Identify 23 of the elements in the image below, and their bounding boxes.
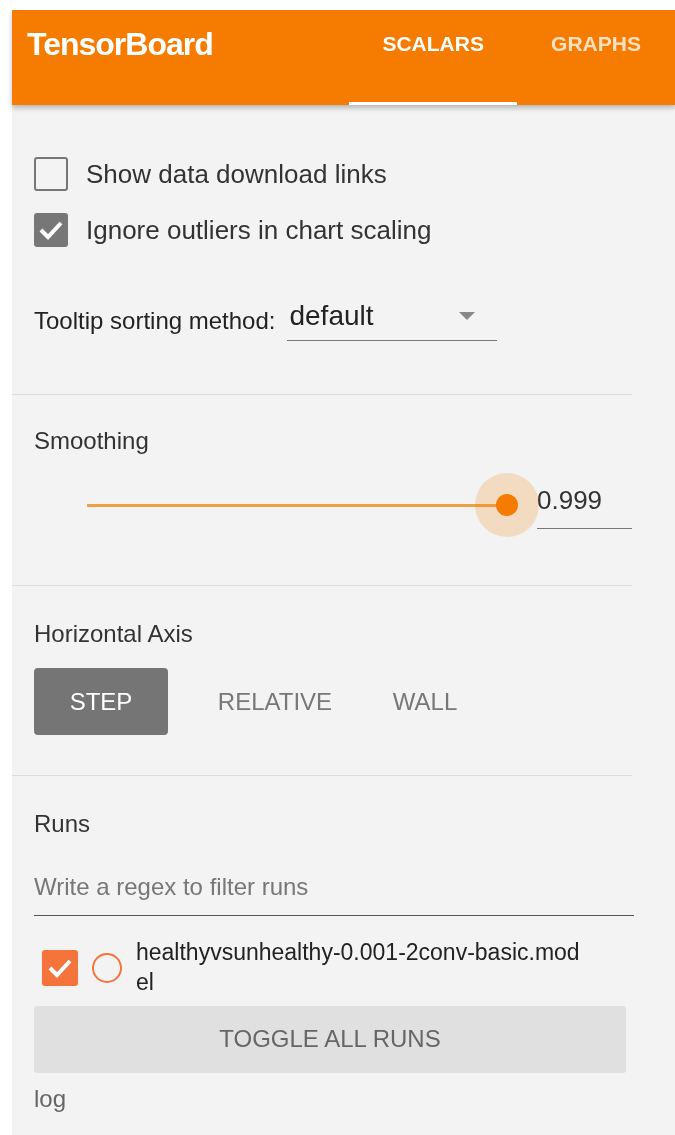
sorting-dropdown[interactable]: default: [287, 300, 498, 341]
smoothing-value-field[interactable]: 0.999: [537, 481, 632, 529]
checkbox-label: Ignore outliers in chart scaling: [86, 214, 432, 246]
section-title: Runs: [34, 810, 91, 837]
run-checkbox[interactable]: [42, 949, 78, 986]
checkbox-label: Show data download links: [86, 158, 387, 190]
run-group-label: log: [34, 1084, 67, 1112]
checkbox[interactable]: [34, 157, 68, 191]
axis-option-button[interactable]: RELATIVE: [183, 668, 367, 735]
run-filter-field[interactable]: Write a regex to filter runs: [34, 863, 634, 916]
section-title: Smoothing: [34, 427, 149, 454]
app-title: TensorBoard: [26, 25, 214, 63]
toggle-all-runs-button[interactable]: TOGGLE ALL RUNS: [34, 1005, 626, 1073]
tooltip-sorting-label: Tooltip sorting method:: [34, 306, 276, 335]
axis-option-button[interactable]: STEP: [34, 668, 168, 735]
checkbox[interactable]: [34, 213, 68, 247]
axis-option-button[interactable]: WALL: [367, 668, 483, 735]
run-radio[interactable]: [92, 952, 122, 983]
run-name: healthyvsunhealthy-0.001-2conv-basic.model: [136, 938, 581, 997]
section-title: Horizontal Axis: [34, 620, 193, 647]
check-icon: [48, 957, 72, 978]
dropdown-caret-icon: [459, 312, 476, 320]
check-icon: [39, 220, 63, 240]
